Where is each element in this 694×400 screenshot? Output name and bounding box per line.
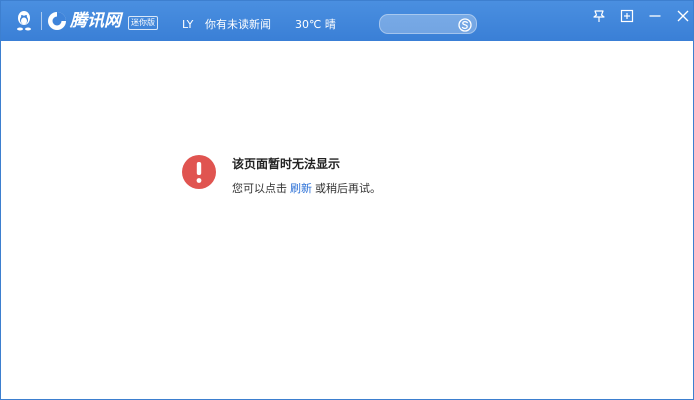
error-description: 您可以点击 刷新 或稍后再试。	[232, 181, 381, 196]
error-desc-text-after: 或稍后再试。	[315, 182, 381, 195]
error-alert-icon	[182, 155, 216, 189]
qq-penguin-icon[interactable]	[13, 10, 35, 32]
tencent-news-mini-window: 腾讯网 迷你版 LY 你有未读新闻 30℃ 晴 该页面暂时无法显示 您可以点击 …	[0, 0, 694, 400]
tencent-news-logo-icon	[47, 11, 67, 31]
minimize-icon	[649, 15, 661, 17]
brand-name: 腾讯网	[70, 11, 121, 31]
pin-button[interactable]	[589, 7, 609, 25]
error-desc-text: 您可以点击	[232, 182, 287, 195]
close-icon	[677, 10, 689, 22]
maximize-icon	[620, 9, 634, 23]
weather-info[interactable]: 30℃ 晴	[295, 18, 336, 32]
pin-icon	[593, 10, 605, 22]
close-button[interactable]	[673, 7, 693, 25]
error-title: 该页面暂时无法显示	[232, 157, 341, 171]
user-initials[interactable]: LY	[182, 18, 193, 32]
unread-news-link[interactable]: 你有未读新闻	[205, 18, 271, 32]
sogou-search-icon[interactable]	[458, 17, 472, 32]
search-input[interactable]	[388, 16, 454, 32]
minimize-button[interactable]	[645, 7, 665, 25]
search-box[interactable]	[379, 14, 477, 34]
content-area: 该页面暂时无法显示 您可以点击 刷新 或稍后再试。	[1, 41, 693, 399]
refresh-link[interactable]: 刷新	[290, 182, 312, 195]
brand-divider	[41, 12, 42, 30]
title-bar[interactable]: 腾讯网 迷你版 LY 你有未读新闻 30℃ 晴	[1, 1, 693, 41]
mini-version-badge: 迷你版	[128, 16, 158, 30]
maximize-button[interactable]	[617, 7, 637, 25]
